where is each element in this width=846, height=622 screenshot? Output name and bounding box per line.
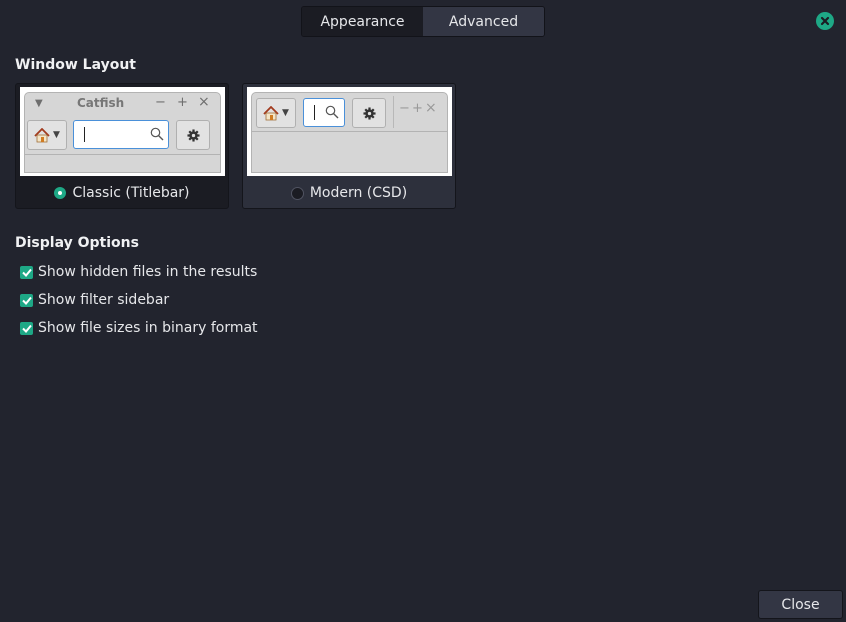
option-label: Show hidden files in the results xyxy=(38,264,258,280)
minimize-icon: − xyxy=(155,95,166,110)
checkmark-icon xyxy=(21,324,32,333)
checkmark-icon xyxy=(21,268,32,277)
option-binary-file-sizes[interactable]: Show file sizes in binary format xyxy=(20,320,258,336)
checkmark-icon xyxy=(21,296,32,305)
modern-preview-image: ▼ − + × xyxy=(247,87,452,176)
settings-button-preview xyxy=(352,98,386,128)
radio-label: Modern (CSD) xyxy=(309,185,408,201)
search-icon xyxy=(325,105,339,119)
checkbox[interactable] xyxy=(20,265,33,279)
search-entry-preview xyxy=(73,120,169,149)
layout-option-classic[interactable]: ▼ Catfish − + × ▼ Classic (Titlebar) xyxy=(15,83,229,209)
tab-appearance[interactable]: Appearance xyxy=(302,7,423,36)
tab-bar: Appearance Advanced xyxy=(301,6,545,37)
maximize-icon: + xyxy=(412,101,423,116)
close-icon: × xyxy=(198,94,210,110)
chevron-down-icon: ▼ xyxy=(53,130,60,140)
menu-arrow-icon: ▼ xyxy=(35,98,43,109)
radio-modern[interactable]: Modern (CSD) xyxy=(243,185,455,201)
classic-preview-image: ▼ Catfish − + × ▼ xyxy=(20,87,225,176)
home-icon xyxy=(263,105,279,120)
window-layout-heading: Window Layout xyxy=(15,57,136,73)
tab-advanced[interactable]: Advanced xyxy=(423,7,544,36)
minimize-icon: − xyxy=(399,101,410,116)
gear-icon xyxy=(186,128,200,142)
chevron-down-icon: ▼ xyxy=(282,108,289,118)
layout-option-modern[interactable]: ▼ − + × Modern (CSD) xyxy=(242,83,456,209)
radio-button-unselected[interactable] xyxy=(290,186,304,200)
close-button[interactable]: Close xyxy=(758,590,843,619)
close-icon xyxy=(820,16,830,26)
home-icon xyxy=(34,127,50,142)
radio-button-selected[interactable] xyxy=(54,187,67,199)
settings-button-preview xyxy=(176,120,210,150)
close-icon: × xyxy=(425,100,437,116)
checkbox[interactable] xyxy=(20,321,33,335)
option-label: Show file sizes in binary format xyxy=(38,320,258,336)
radio-label: Classic (Titlebar) xyxy=(72,185,190,201)
radio-classic[interactable]: Classic (Titlebar) xyxy=(16,185,228,201)
home-menu-button: ▼ xyxy=(27,120,67,150)
search-entry-preview xyxy=(303,98,345,127)
checkbox[interactable] xyxy=(20,293,33,307)
preview-title: Catfish xyxy=(77,96,125,110)
option-label: Show filter sidebar xyxy=(38,292,170,308)
home-menu-button: ▼ xyxy=(256,98,296,128)
option-show-hidden-files[interactable]: Show hidden files in the results xyxy=(20,264,257,280)
gear-icon xyxy=(362,106,376,120)
option-show-filter-sidebar[interactable]: Show filter sidebar xyxy=(20,292,169,308)
maximize-icon: + xyxy=(177,95,188,110)
window-close-button[interactable] xyxy=(816,12,834,30)
search-icon xyxy=(150,127,164,141)
display-options-heading: Display Options xyxy=(15,235,139,251)
